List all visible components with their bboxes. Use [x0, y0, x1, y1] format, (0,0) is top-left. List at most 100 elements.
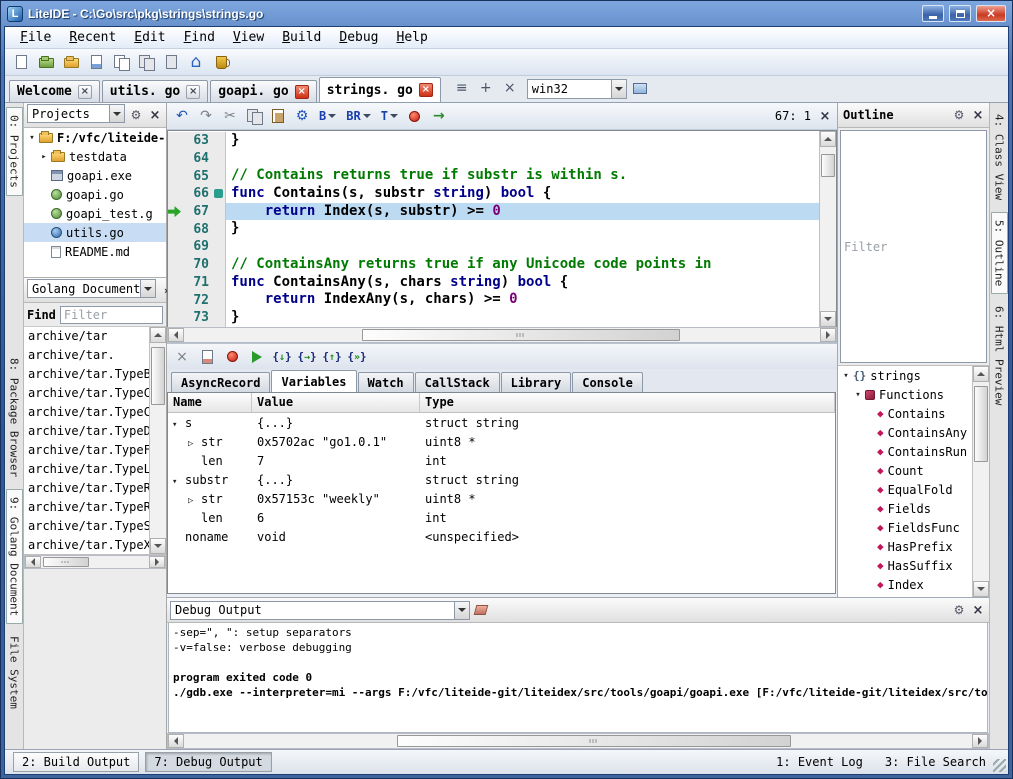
tree-item-goapi-test-g[interactable]: goapi_test.g [24, 204, 166, 223]
code-line-71[interactable]: 71func ContainsAny(s, chars string) bool… [168, 274, 819, 292]
build-target-combo[interactable]: win32 [527, 79, 627, 99]
chevron-down-icon[interactable] [611, 80, 626, 98]
tree-item-contains[interactable]: ◆Contains [838, 404, 972, 423]
export-session-icon[interactable] [160, 51, 182, 73]
debug-tab-console[interactable]: Console [572, 372, 643, 392]
editor-close-icon[interactable] [817, 108, 833, 124]
code-line-72[interactable]: 72 return IndexAny(s, chars) >= 0 [168, 291, 819, 309]
doc-list-hscrollbar[interactable] [24, 555, 166, 569]
variable-row-len[interactable]: len6int [168, 508, 835, 527]
editor-hscrollbar[interactable] [167, 327, 837, 343]
status-button-7-debug-output[interactable]: 7: Debug Output [145, 752, 271, 772]
scroll-right-icon[interactable] [820, 328, 836, 342]
edit-env-button[interactable] [629, 77, 651, 99]
home-icon[interactable]: ⌂ [185, 51, 207, 73]
new-file-icon[interactable] [10, 51, 32, 73]
doc-list-item[interactable]: archive/tar [24, 327, 149, 346]
expand-arrow-icon[interactable]: ▾ [172, 477, 185, 487]
tree-item-containsrun[interactable]: ◆ContainsRun [838, 442, 972, 461]
undo-icon[interactable]: ↶ [171, 105, 193, 127]
tab-welcome[interactable]: Welcome× [9, 80, 100, 102]
chevron-down-icon[interactable] [140, 280, 155, 297]
menu-find[interactable]: Find [175, 28, 224, 47]
code-line-63[interactable]: 63} [168, 132, 819, 150]
chevron-down-icon[interactable] [454, 602, 469, 619]
tab-close-icon[interactable]: × [186, 85, 200, 99]
clear-log-icon[interactable]: × [171, 346, 193, 368]
menu-view[interactable]: View [224, 28, 273, 47]
line-gutter[interactable]: 65 [168, 167, 226, 185]
line-gutter[interactable]: 64 [168, 150, 226, 168]
scroll-track[interactable] [184, 328, 820, 342]
test-menu-button[interactable]: T [377, 107, 402, 125]
scroll-thumb[interactable] [397, 735, 791, 747]
code-line-69[interactable]: 69 [168, 238, 819, 256]
title-bar[interactable]: LiteIDE - C:\Go\src\pkg\strings\strings.… [4, 1, 1009, 26]
expand-arrow-icon[interactable]: ▾ [26, 133, 38, 143]
minimize-button[interactable] [922, 5, 944, 22]
panel-close-icon[interactable] [970, 107, 986, 123]
open-file-icon[interactable] [35, 51, 57, 73]
code-line-66[interactable]: 66func Contains(s, substr string) bool { [168, 185, 819, 203]
side-tab-0-projects[interactable]: 0: Projects [6, 107, 23, 196]
run-to-line-icon[interactable]: {»} [346, 346, 368, 368]
expand-arrow-icon[interactable]: ▾ [172, 420, 185, 430]
variable-row-s[interactable]: ▾s{...}struct string [168, 413, 835, 432]
copy-icon[interactable] [243, 105, 265, 127]
doc-list-vscrollbar[interactable] [149, 327, 166, 554]
add-tab-icon[interactable]: + [475, 77, 497, 99]
line-gutter[interactable]: 63 [168, 132, 226, 150]
status-button-1-event-log[interactable]: 1: Event Log [776, 755, 863, 769]
variable-row-len[interactable]: len7int [168, 451, 835, 470]
tree-item-fields[interactable]: ◆Fields [838, 499, 972, 518]
scroll-track[interactable] [184, 734, 972, 748]
close-button[interactable] [976, 5, 1006, 22]
menu-edit[interactable]: Edit [125, 28, 174, 47]
line-gutter[interactable]: 73 [168, 309, 226, 327]
tab-close-icon[interactable]: × [295, 85, 309, 99]
menu-debug[interactable]: Debug [330, 28, 387, 47]
code-line-67[interactable]: 67 return Index(s, substr) >= 0 [168, 203, 819, 221]
outline-filter-input[interactable] [840, 130, 987, 363]
build-env-icon[interactable] [210, 51, 232, 73]
start-debug-icon[interactable] [404, 105, 426, 127]
expand-arrow-icon[interactable]: ▾ [852, 390, 864, 400]
status-button-2-build-output[interactable]: 2: Build Output [13, 752, 139, 772]
paste-icon[interactable] [267, 105, 289, 127]
tree-item-testdata[interactable]: ▸testdata [24, 147, 166, 166]
tree-item-containsany[interactable]: ◆ContainsAny [838, 423, 972, 442]
debug-tab-variables[interactable]: Variables [271, 370, 356, 392]
debug-tab-callstack[interactable]: CallStack [415, 372, 500, 392]
step-over-icon[interactable]: {→} [296, 346, 318, 368]
scroll-thumb[interactable] [43, 557, 88, 567]
side-tab-9-golang-document[interactable]: 9: Golang Document [6, 489, 23, 624]
variable-row-noname[interactable]: nonamevoid<unspecified> [168, 527, 835, 546]
variable-row-str[interactable]: ▷str0x57153c "weekly"uint8 * [168, 489, 835, 508]
column-header-type[interactable]: Type [420, 393, 835, 412]
debug-tab-library[interactable]: Library [501, 372, 572, 392]
line-gutter[interactable]: 70 [168, 256, 226, 274]
expand-arrow-icon[interactable]: ▾ [840, 371, 852, 381]
code-editor[interactable]: 63}6465// Contains returns true if subst… [167, 130, 837, 327]
menu-recent[interactable]: Recent [60, 28, 125, 47]
doc-list-item[interactable]: archive/tar.TypeLin [24, 460, 149, 479]
scroll-left-icon[interactable] [168, 734, 184, 748]
menu-file[interactable]: File [11, 28, 60, 47]
debug-output-hscrollbar[interactable] [167, 733, 989, 749]
scroll-track[interactable] [820, 147, 836, 311]
tree-item-strings[interactable]: ▾{}strings [838, 366, 972, 385]
step-out-icon[interactable]: {↑} [321, 346, 343, 368]
scroll-up-icon[interactable] [973, 366, 989, 382]
doc-list-item[interactable]: archive/tar.TypeXG [24, 536, 149, 554]
save-session-icon[interactable] [135, 51, 157, 73]
variable-row-substr[interactable]: ▾substr{...}struct string [168, 470, 835, 489]
stop-debug-icon[interactable] [221, 346, 243, 368]
scroll-right-icon[interactable] [149, 556, 165, 568]
side-tab-6-html-preview[interactable]: 6: Html Preview [992, 299, 1007, 412]
tree-item-readme-md[interactable]: README.md [24, 242, 166, 261]
save-log-icon[interactable] [196, 346, 218, 368]
tree-item-f-vfc-liteide-g[interactable]: ▾F:/vfc/liteide-g [24, 128, 166, 147]
scroll-track[interactable] [973, 382, 989, 581]
code-line-73[interactable]: 73} [168, 309, 819, 327]
expand-arrow-icon[interactable]: ▷ [188, 439, 201, 449]
